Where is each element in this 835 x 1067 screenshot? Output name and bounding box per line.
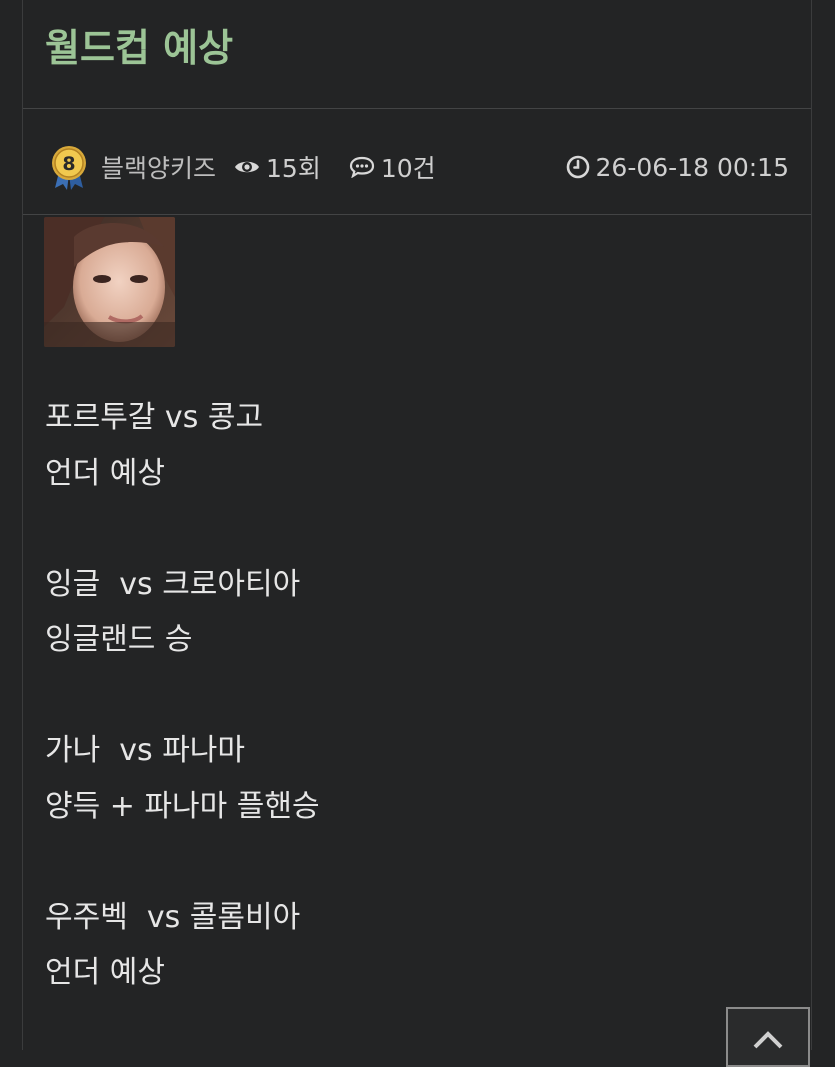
- body-line: 잉글랜드 승: [45, 622, 193, 657]
- body-line: 양득 + 파나마 플핸승: [45, 788, 320, 824]
- body-line: 언더 예상: [45, 455, 165, 491]
- body-line: 포르투갈 vs 콩고: [45, 400, 264, 435]
- body-line: 우주벡 vs 콜롬비아: [45, 899, 301, 935]
- post-image[interactable]: [44, 217, 175, 347]
- post-body: 포르투갈 vs 콩고 언더 예상 잉글 vs 크로아티아 잉글랜드 승 가나 v…: [45, 390, 785, 1001]
- comment-count-value: 10건: [380, 154, 436, 183]
- view-count-value: 15회: [266, 154, 321, 183]
- post-container: 월드컵 예상 8 블랙양키즈 15회 10건 26-06-18 00:15 포르…: [22, 0, 812, 1050]
- meta-left: 8 블랙양키즈 15회 10건: [47, 144, 464, 190]
- body-line: 잉글 vs 크로아티아: [45, 566, 301, 602]
- body-line: [45, 834, 785, 890]
- clock-icon: [566, 155, 590, 179]
- post-title: 월드컵 예상: [45, 26, 234, 70]
- level-badge: 8: [47, 144, 91, 190]
- chat-bubble-icon: [349, 156, 375, 178]
- comment-count: 10건: [349, 149, 436, 185]
- medal-icon: 8: [52, 146, 86, 190]
- level-number: 8: [62, 153, 75, 175]
- photo-thumbnail: [44, 217, 175, 347]
- post-datetime: 26-06-18 00:15: [595, 152, 789, 182]
- post-meta: 8 블랙양키즈 15회 10건 26-06-18 00:15: [23, 109, 811, 215]
- eye-icon: [234, 158, 260, 176]
- body-line: 가나 vs 파나마: [45, 733, 245, 768]
- title-bar: 월드컵 예상: [23, 0, 811, 109]
- body-line: 언더 예상: [45, 955, 165, 990]
- meta-right: 26-06-18 00:15: [566, 144, 789, 190]
- author-name[interactable]: 블랙양키즈: [101, 149, 216, 185]
- view-count: 15회: [234, 149, 321, 185]
- scroll-to-top-button[interactable]: [726, 1007, 810, 1067]
- chevron-up-icon: [753, 1031, 783, 1049]
- body-line: [45, 501, 785, 557]
- body-line: [45, 668, 785, 724]
